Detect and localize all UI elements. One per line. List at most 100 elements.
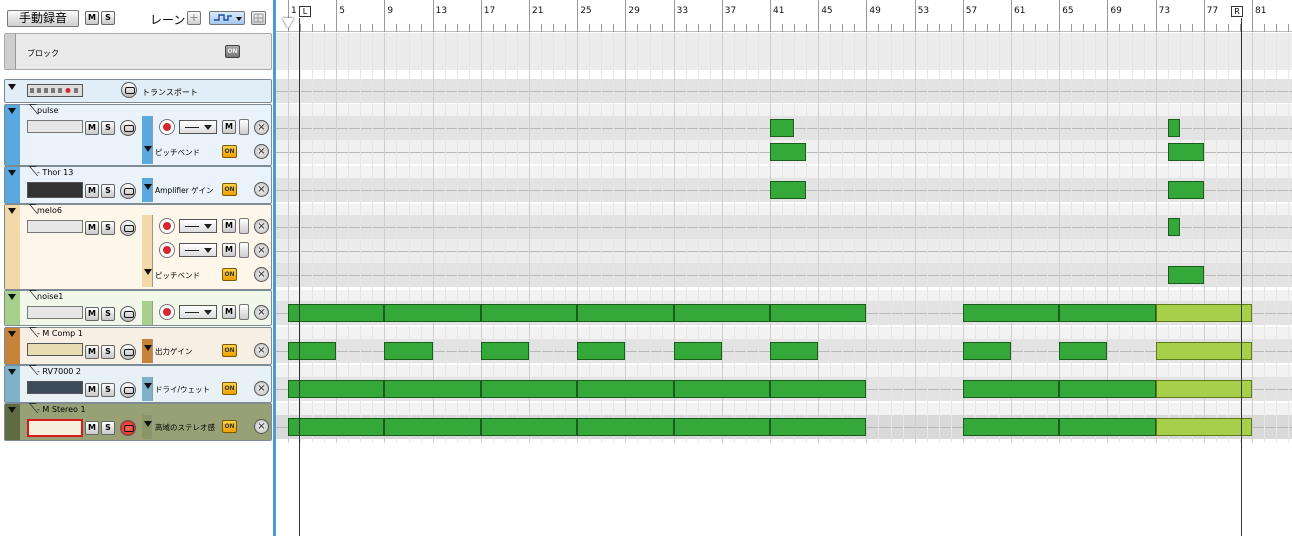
- close-icon[interactable]: ×: [254, 243, 269, 258]
- automation-icon[interactable]: [120, 220, 136, 236]
- clip[interactable]: [673, 304, 770, 322]
- clip[interactable]: [770, 119, 795, 137]
- close-icon[interactable]: ×: [254, 267, 269, 282]
- manual-record-button[interactable]: 手動録音: [7, 10, 79, 27]
- track-name[interactable]: pulse: [37, 106, 58, 115]
- lane-on-button[interactable]: ON: [222, 145, 237, 158]
- lane-slider[interactable]: [239, 119, 249, 135]
- record-enable-button[interactable]: [159, 119, 175, 135]
- transport-track-header[interactable]: トランスポート: [4, 79, 272, 103]
- lane-dropdown[interactable]: [179, 305, 217, 319]
- clip[interactable]: [288, 418, 385, 436]
- clip[interactable]: [1167, 119, 1180, 137]
- clip[interactable]: [1167, 266, 1204, 284]
- clip[interactable]: [962, 304, 1060, 322]
- solo-button[interactable]: S: [101, 121, 115, 135]
- lane-hi-stereo[interactable]: 高域のステレオ感 ON ×: [142, 415, 272, 439]
- record-enable-button[interactable]: [159, 218, 175, 234]
- collapse-triangle-icon[interactable]: [8, 407, 16, 413]
- bar-ruler[interactable]: 1 5 9 13 17 21 25 29 33 37 41 45 49 53 57 61 65 69 73 77 81 …: [276, 0, 1292, 32]
- clip[interactable]: [384, 380, 481, 398]
- block-track-header[interactable]: ブロック ON: [4, 33, 272, 70]
- solo-button[interactable]: S: [101, 421, 115, 435]
- automation-icon[interactable]: [120, 344, 136, 360]
- lane-dropdown[interactable]: [179, 219, 217, 233]
- record-enable-button[interactable]: [159, 304, 175, 320]
- clip[interactable]: [384, 342, 433, 360]
- collapse-triangle-icon[interactable]: [8, 170, 16, 176]
- lane-dropdown[interactable]: [179, 243, 217, 257]
- clip[interactable]: [1155, 304, 1252, 322]
- lane-on-button[interactable]: ON: [222, 344, 237, 357]
- lane-mute-button[interactable]: M: [222, 219, 236, 233]
- lane-mute-button[interactable]: M: [222, 243, 236, 257]
- clip[interactable]: [384, 418, 481, 436]
- clip[interactable]: [1155, 342, 1252, 360]
- mute-all-button[interactable]: M: [85, 11, 99, 25]
- track-name[interactable]: - M Comp 1: [37, 329, 83, 338]
- automation-icon[interactable]: [120, 120, 136, 136]
- clip[interactable]: [577, 304, 674, 322]
- clip[interactable]: [770, 380, 867, 398]
- clip[interactable]: [673, 342, 722, 360]
- collapse-triangle-icon[interactable]: [8, 369, 16, 375]
- clip[interactable]: [770, 304, 867, 322]
- track-name[interactable]: melo6: [37, 206, 62, 215]
- clip[interactable]: [480, 380, 578, 398]
- right-locator[interactable]: R: [1231, 6, 1243, 17]
- grid-icon[interactable]: [251, 11, 266, 25]
- automation-icon[interactable]: [120, 306, 136, 322]
- lane-slider[interactable]: [239, 242, 249, 258]
- clip[interactable]: [770, 181, 807, 199]
- clip[interactable]: [962, 342, 1011, 360]
- left-locator[interactable]: L: [299, 6, 311, 17]
- clip[interactable]: [288, 380, 385, 398]
- close-icon[interactable]: ×: [254, 305, 269, 320]
- lane-note-melo6-a[interactable]: M ×: [142, 215, 272, 239]
- lane-slider[interactable]: [239, 218, 249, 234]
- clip[interactable]: [577, 342, 626, 360]
- lane-note-noise1[interactable]: M ×: [142, 301, 272, 325]
- clip[interactable]: [384, 304, 481, 322]
- solo-all-button[interactable]: S: [101, 11, 115, 25]
- lane-on-button[interactable]: ON: [222, 268, 237, 281]
- automation-wave-icon[interactable]: [209, 11, 245, 25]
- track-name[interactable]: - RV7000 2: [37, 367, 81, 376]
- close-icon[interactable]: ×: [254, 381, 269, 396]
- lane-on-button[interactable]: ON: [222, 382, 237, 395]
- clip[interactable]: [1059, 418, 1156, 436]
- lane-on-button[interactable]: ON: [222, 420, 237, 433]
- automation-icon[interactable]: [120, 420, 136, 436]
- solo-button[interactable]: S: [101, 383, 115, 397]
- clip[interactable]: [577, 418, 674, 436]
- record-enable-button[interactable]: [159, 242, 175, 258]
- clip[interactable]: [1059, 304, 1156, 322]
- collapse-triangle-icon[interactable]: [8, 108, 16, 114]
- clip[interactable]: [1155, 380, 1252, 398]
- solo-button[interactable]: S: [101, 345, 115, 359]
- clip[interactable]: [480, 418, 578, 436]
- mute-button[interactable]: M: [85, 184, 99, 198]
- mute-button[interactable]: M: [85, 383, 99, 397]
- clip[interactable]: [1167, 181, 1204, 199]
- lane-amp-gain-thor[interactable]: Amplifier ゲイン ON ×: [142, 178, 272, 202]
- track-name[interactable]: - M Stereo 1: [37, 405, 86, 414]
- clip[interactable]: [770, 342, 819, 360]
- clip[interactable]: [288, 304, 385, 322]
- automation-icon[interactable]: [120, 382, 136, 398]
- solo-button[interactable]: S: [101, 307, 115, 321]
- lane-slider[interactable]: [239, 304, 249, 320]
- clip[interactable]: [288, 342, 337, 360]
- lane-dry-wet[interactable]: ドライ/ウェット ON ×: [142, 377, 272, 401]
- close-icon[interactable]: ×: [254, 219, 269, 234]
- collapse-triangle-icon[interactable]: [8, 84, 16, 90]
- clip[interactable]: [673, 418, 770, 436]
- clip[interactable]: [1059, 380, 1156, 398]
- automation-icon[interactable]: [121, 82, 137, 98]
- clip[interactable]: [1155, 418, 1252, 436]
- close-icon[interactable]: ×: [254, 419, 269, 434]
- collapse-triangle-icon[interactable]: [8, 294, 16, 300]
- lane-output-gain[interactable]: 出力ゲイン ON ×: [142, 339, 272, 363]
- mute-button[interactable]: M: [85, 307, 99, 321]
- lane-on-button[interactable]: ON: [222, 183, 237, 196]
